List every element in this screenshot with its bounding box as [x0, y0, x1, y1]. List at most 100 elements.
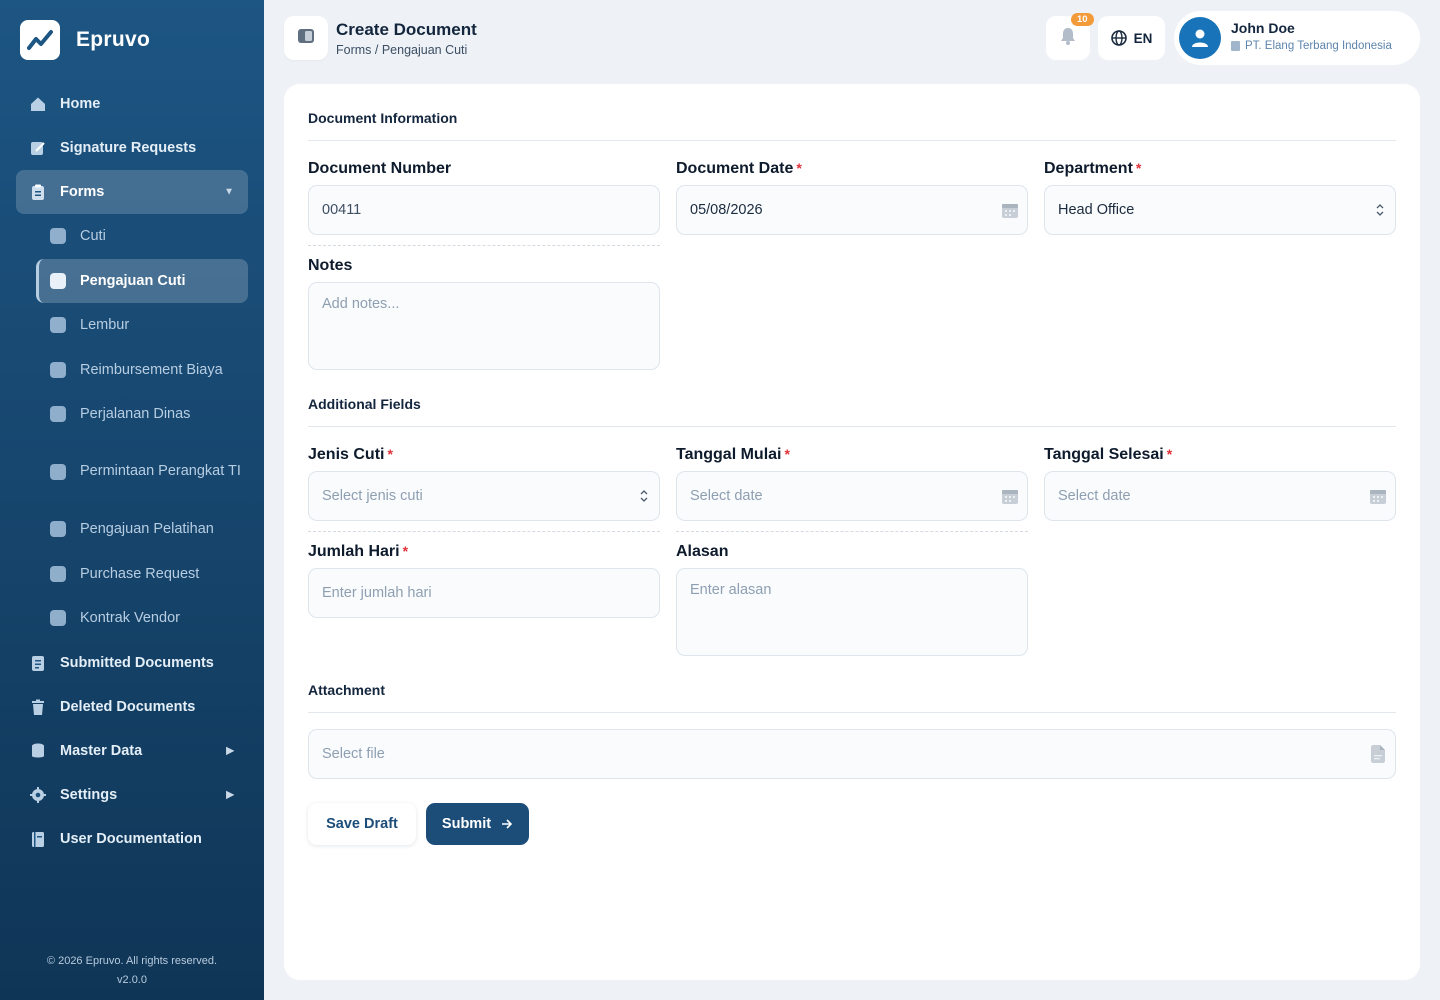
required-marker: *: [796, 160, 802, 176]
document-date-value: 05/08/2026: [690, 202, 763, 218]
divider: [308, 140, 1396, 141]
tanggal-mulai-field[interactable]: Select date: [676, 471, 1028, 521]
tanggal-selesai-field[interactable]: Select date: [1044, 471, 1396, 521]
sidebar-subitem-label: Kontrak Vendor: [80, 610, 180, 626]
jumlah-hari-input[interactable]: Enter jumlah hari: [308, 568, 660, 618]
globe-icon: [1110, 30, 1127, 46]
form-icon: [50, 521, 66, 537]
calendar-icon[interactable]: [1369, 487, 1387, 505]
user-company-label: PT. Elang Terbang Indonesia: [1245, 40, 1392, 52]
section-title-additional-fields: Additional Fields: [308, 396, 421, 412]
notes-placeholder: Add notes...: [322, 296, 400, 312]
attachment-placeholder: Select file: [322, 746, 385, 762]
sidebar-item-settings[interactable]: Settings ▶: [16, 773, 248, 817]
arrow-right-icon: [501, 819, 513, 829]
tanggal-selesai-label: Tanggal Selesai *: [1044, 446, 1172, 464]
calendar-icon[interactable]: [1001, 487, 1019, 505]
label-text: Alasan: [676, 543, 729, 560]
database-icon: [30, 743, 46, 759]
sidebar-item-label: Submitted Documents: [60, 654, 214, 671]
document-date-field[interactable]: 05/08/2026: [676, 185, 1028, 235]
sidebar-subitem-label: Permintaan Perangkat TI: [80, 463, 241, 479]
brand[interactable]: Epruvo: [20, 20, 150, 60]
building-icon: [1231, 41, 1240, 51]
notification-count-badge: 10: [1071, 13, 1094, 26]
page-title: Create Document: [336, 20, 477, 39]
form-icon: [50, 228, 66, 244]
user-menu[interactable]: John Doe PT. Elang Terbang Indonesia: [1174, 11, 1420, 65]
sidebar-item-label: Home: [60, 96, 101, 112]
trash-icon: [30, 699, 46, 715]
calendar-icon[interactable]: [1001, 201, 1019, 219]
form-icon: [50, 610, 66, 626]
alasan-label: Alasan: [676, 543, 728, 561]
notes-label: Notes: [308, 257, 352, 275]
sidebar-nav: Home Signature Requests Forms ▼ Cuti Pen…: [16, 82, 248, 861]
label-text: Tanggal Mulai: [676, 446, 782, 463]
save-draft-button[interactable]: Save Draft: [308, 803, 416, 845]
tanggal-mulai-label: Tanggal Mulai *: [676, 446, 790, 464]
sidebar-item-signature-requests[interactable]: Signature Requests: [16, 126, 248, 170]
jenis-cuti-placeholder: Select jenis cuti: [322, 488, 423, 504]
avatar: [1179, 17, 1221, 59]
chevron-down-icon: ▼: [224, 186, 234, 198]
section-title-document-information: Document Information: [308, 110, 458, 126]
jenis-cuti-label: Jenis Cuti *: [308, 446, 393, 464]
clipboard-icon: [30, 184, 46, 200]
label-text: Jenis Cuti: [308, 446, 385, 463]
sidebar-subitem-pengajuan-pelatihan[interactable]: Pengajuan Pelatihan: [36, 507, 248, 551]
book-icon: [30, 831, 46, 847]
attachment-file-input[interactable]: Select file: [308, 729, 1396, 779]
label-text: Department: [1044, 160, 1133, 177]
sidebar-subitem-cuti[interactable]: Cuti: [36, 214, 248, 258]
required-marker: *: [1166, 446, 1173, 462]
divider: [308, 531, 660, 532]
jenis-cuti-select[interactable]: Select jenis cuti: [308, 471, 660, 521]
sidebar-item-label: Forms: [60, 184, 105, 200]
submit-button[interactable]: Submit: [426, 803, 529, 845]
divider: [676, 531, 1028, 532]
home-icon: [30, 96, 46, 112]
sidebar-subitem-permintaan-perangkat-ti[interactable]: Permintaan Perangkat TI: [36, 437, 248, 507]
department-value: Head Office: [1058, 202, 1135, 218]
label-text: Document Date: [676, 160, 794, 177]
form-icon: [50, 272, 66, 289]
sidebar-subitem-reimbursement-biaya[interactable]: Reimbursement Biaya: [36, 348, 248, 392]
alasan-textarea[interactable]: Enter alasan: [676, 568, 1028, 656]
sidebar-item-label: User Documentation: [60, 830, 202, 847]
sidebar-toggle-button[interactable]: [284, 16, 328, 60]
sidebar-subitem-label: Lembur: [80, 317, 130, 333]
sidebar-item-label: Signature Requests: [60, 140, 197, 156]
sidebar-item-user-documentation[interactable]: User Documentation: [16, 817, 248, 861]
language-switcher[interactable]: EN: [1098, 16, 1165, 60]
label-text: Notes: [308, 257, 353, 274]
document-number-value: 00411: [322, 202, 362, 218]
required-marker: *: [1135, 160, 1142, 176]
section-title-attachment: Attachment: [308, 682, 386, 698]
divider: [308, 245, 660, 246]
sidebar-subitem-purchase-request[interactable]: Purchase Request: [36, 552, 248, 596]
notes-textarea[interactable]: Add notes...: [308, 282, 660, 370]
form-icon: [50, 406, 66, 422]
brand-name: Epruvo: [76, 28, 151, 51]
sidebar-subitem-lembur[interactable]: Lembur: [36, 303, 248, 347]
label-text: Document Number: [308, 160, 452, 177]
chart-trend-icon: [20, 20, 60, 60]
department-select[interactable]: Head Office: [1044, 185, 1396, 235]
sidebar-subitem-perjalanan-dinas[interactable]: Perjalanan Dinas: [36, 392, 248, 436]
sidebar-item-label: Master Data: [60, 742, 143, 759]
sidebar-subitem-pengajuan-cuti[interactable]: Pengajuan Cuti: [36, 258, 248, 303]
signature-icon: [30, 140, 46, 156]
user-icon: [1192, 29, 1208, 47]
sidebar-item-forms[interactable]: Forms ▼: [16, 170, 248, 214]
document-number-field[interactable]: 00411: [308, 185, 660, 235]
sidebar-item-home[interactable]: Home: [16, 82, 248, 126]
sidebar-item-master-data[interactable]: Master Data ▶: [16, 729, 248, 773]
sidebar-subitem-kontrak-vendor[interactable]: Kontrak Vendor: [36, 596, 248, 640]
sidebar-subitem-label: Pengajuan Pelatihan: [80, 521, 214, 537]
chevron-right-icon: ▶: [226, 789, 234, 800]
sidebar-item-deleted-documents[interactable]: Deleted Documents: [16, 685, 248, 729]
gear-icon: [30, 786, 46, 803]
sidebar-item-submitted-documents[interactable]: Submitted Documents: [16, 641, 248, 685]
user-name: John Doe: [1231, 20, 1295, 36]
